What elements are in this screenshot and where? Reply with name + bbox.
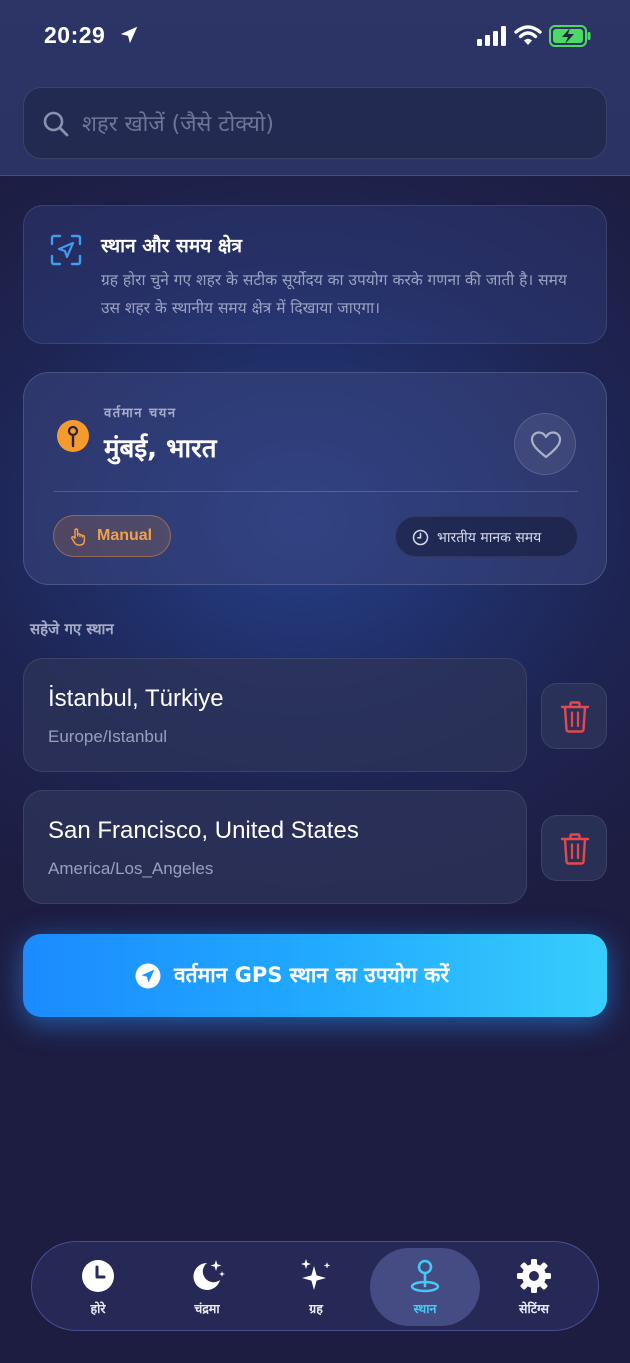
current-city: मुंबई, भारत	[104, 434, 217, 464]
manual-mode-label: Manual	[97, 527, 153, 544]
manual-mode-chip[interactable]: Manual	[53, 515, 171, 557]
tab-label: ग्रह	[309, 1301, 323, 1316]
use-gps-location-label: वर्तमान GPS स्थान का उपयोग करें	[174, 963, 450, 987]
tab-hora[interactable]: होरे	[43, 1248, 153, 1326]
trash-icon	[560, 701, 590, 733]
clock-icon	[412, 529, 429, 546]
cellular-signal-icon	[477, 26, 506, 46]
use-gps-location-button[interactable]: वर्तमान GPS स्थान का उपयोग करें	[23, 934, 607, 1017]
moon-stars-icon	[193, 1260, 225, 1290]
tab-location[interactable]: स्थान	[370, 1248, 480, 1326]
saved-location-item[interactable]: San Francisco, United States America/Los…	[23, 790, 527, 904]
navigation-arrow-icon	[135, 963, 161, 989]
tab-planets[interactable]: ग्रह	[261, 1248, 371, 1326]
card-divider	[54, 491, 578, 492]
saved-location-timezone: America/Los_Angeles	[48, 859, 214, 878]
saved-location-item[interactable]: İstanbul, Türkiye Europe/Istanbul	[23, 658, 527, 772]
gear-icon	[517, 1259, 551, 1293]
saved-location-timezone: Europe/Istanbul	[48, 727, 168, 746]
sparkles-icon	[301, 1259, 331, 1290]
tab-moon[interactable]: चंद्रमा	[152, 1248, 262, 1326]
search-icon	[43, 111, 69, 137]
saved-location-name: San Francisco, United States	[48, 817, 359, 844]
wifi-icon	[514, 25, 542, 45]
info-title: स्थान और समय क्षेत्र	[101, 235, 243, 257]
tab-label: चंद्रमा	[194, 1301, 220, 1316]
delete-location-button[interactable]	[541, 815, 607, 881]
status-time: 20:29	[44, 22, 106, 48]
tab-label: होरे	[90, 1301, 106, 1316]
tab-bar: होरे चंद्रमा ग्रह स्थान सेटिंग्स	[31, 1241, 599, 1331]
heart-icon	[530, 431, 562, 459]
search-bar[interactable]	[23, 87, 607, 159]
hand-tap-icon	[71, 528, 86, 546]
current-selection-label: वर्तमान चयन	[104, 406, 177, 421]
favorite-button[interactable]	[514, 413, 576, 475]
info-card: स्थान और समय क्षेत्र ग्रह होरा चुने गए श…	[23, 205, 607, 344]
timezone-chip: भारतीय मानक समय	[395, 516, 578, 557]
location-scan-icon	[50, 234, 82, 266]
search-input[interactable]	[82, 102, 582, 146]
saved-locations-title: सहेजे गए स्थान	[30, 620, 114, 638]
tab-label: स्थान	[413, 1301, 437, 1316]
tab-settings[interactable]: सेटिंग्स	[479, 1248, 589, 1326]
clock-icon	[82, 1260, 114, 1292]
current-location-card: वर्तमान चयन मुंबई, भारत Manual भारतीय मा…	[23, 372, 607, 585]
status-bar: 20:29	[0, 0, 630, 72]
battery-charging-icon	[549, 25, 591, 47]
tab-label: सेटिंग्स	[519, 1301, 549, 1316]
delete-location-button[interactable]	[541, 683, 607, 749]
timezone-label: भारतीय मानक समय	[437, 530, 542, 546]
map-pin-icon	[57, 420, 89, 452]
location-arrow-icon	[120, 26, 138, 44]
location-pin-icon	[410, 1259, 440, 1293]
info-description: ग्रह होरा चुने गए शहर के सटीक सूर्योदय क…	[101, 271, 567, 317]
trash-icon	[560, 833, 590, 865]
saved-location-name: İstanbul, Türkiye	[48, 685, 224, 712]
